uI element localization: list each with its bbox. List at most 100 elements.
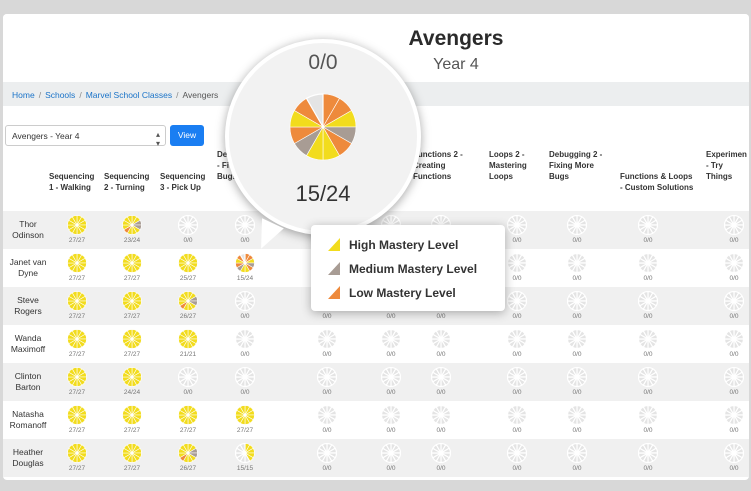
medium-mastery-icon xyxy=(328,262,340,275)
mastery-cell[interactable]: 0/0 xyxy=(557,367,597,396)
mastery-pie-icon xyxy=(122,215,142,235)
column-header: Loops 2 - Mastering Loops xyxy=(489,150,527,181)
mastery-cell[interactable]: 0/0 xyxy=(714,329,749,358)
mastery-pie-icon xyxy=(567,367,587,387)
cell-score: 27/27 xyxy=(179,427,197,434)
mastery-cell[interactable]: 0/0 xyxy=(371,443,411,472)
mastery-cell[interactable]: 0/0 xyxy=(557,329,597,358)
mastery-cell[interactable]: 27/27 xyxy=(112,443,152,472)
mastery-cell[interactable]: 27/27 xyxy=(57,253,97,282)
mastery-cell[interactable]: 0/0 xyxy=(168,367,208,396)
mastery-cell[interactable]: 27/27 xyxy=(112,253,152,282)
mastery-pie-icon xyxy=(431,367,451,387)
mastery-pie-icon xyxy=(724,329,744,349)
mastery-cell[interactable]: 0/0 xyxy=(628,291,668,320)
mastery-cell[interactable]: 24/24 xyxy=(112,367,152,396)
mastery-pie-icon xyxy=(507,329,527,349)
mastery-cell[interactable]: 27/27 xyxy=(57,443,97,472)
mastery-cell[interactable]: 0/0 xyxy=(628,215,668,244)
mastery-cell[interactable]: 0/0 xyxy=(628,367,668,396)
mastery-cell[interactable]: 15/15 xyxy=(225,443,265,472)
mastery-cell[interactable]: 0/0 xyxy=(557,215,597,244)
mastery-cell[interactable]: 0/0 xyxy=(557,291,597,320)
mastery-cell[interactable]: 27/27 xyxy=(57,329,97,358)
mastery-cell[interactable]: 0/0 xyxy=(421,443,461,472)
breadcrumb-home[interactable]: Home xyxy=(12,90,35,100)
mastery-cell[interactable]: 0/0 xyxy=(714,367,749,396)
breadcrumb-classes[interactable]: Marvel School Classes xyxy=(86,90,172,100)
column-header: Sequencing 3 - Pick Up xyxy=(160,172,206,192)
mastery-cell[interactable]: 27/27 xyxy=(112,329,152,358)
mastery-cell[interactable]: 26/27 xyxy=(168,443,208,472)
mastery-cell[interactable]: 25/27 xyxy=(168,253,208,282)
student-name[interactable]: Clinton Barton xyxy=(5,371,51,393)
mastery-cell[interactable]: 0/0 xyxy=(168,215,208,244)
cell-score: 0/0 xyxy=(322,313,332,320)
mastery-cell[interactable]: 0/0 xyxy=(714,405,749,434)
mastery-cell[interactable]: 26/27 xyxy=(168,291,208,320)
mastery-pie-icon xyxy=(507,291,527,311)
mastery-cell[interactable]: 0/0 xyxy=(628,329,668,358)
mastery-cell[interactable]: 27/27 xyxy=(225,405,265,434)
student-name[interactable]: Heather Douglas xyxy=(5,447,51,469)
zoom-pie-chart xyxy=(289,93,357,161)
mastery-cell[interactable]: 0/0 xyxy=(497,443,537,472)
mastery-cell[interactable]: 0/0 xyxy=(557,253,597,282)
column-header: Debugging 2 - Fixing More Bugs xyxy=(549,150,603,181)
cell-score: 0/0 xyxy=(386,389,396,396)
mastery-cell[interactable]: 0/0 xyxy=(497,367,537,396)
mastery-cell[interactable]: 27/27 xyxy=(112,291,152,320)
mastery-cell[interactable]: 0/0 xyxy=(307,405,347,434)
cell-score: 27/27 xyxy=(123,313,141,320)
mastery-cell[interactable]: 0/0 xyxy=(225,367,265,396)
student-name[interactable]: Steve Rogers xyxy=(5,295,51,317)
mastery-cell[interactable]: 0/0 xyxy=(421,367,461,396)
mastery-cell[interactable]: 0/0 xyxy=(371,329,411,358)
cell-score: 0/0 xyxy=(643,275,653,282)
mastery-cell[interactable]: 0/0 xyxy=(628,253,668,282)
mastery-cell[interactable]: 0/0 xyxy=(714,443,749,472)
mastery-pie-icon xyxy=(67,367,87,387)
mastery-cell[interactable]: 0/0 xyxy=(497,329,537,358)
breadcrumb-current: Avengers xyxy=(182,90,219,100)
mastery-cell[interactable]: 27/27 xyxy=(57,405,97,434)
mastery-cell[interactable]: 0/0 xyxy=(307,443,347,472)
mastery-cell[interactable]: 0/0 xyxy=(371,367,411,396)
mastery-pie-icon xyxy=(724,253,744,273)
mastery-cell[interactable]: 0/0 xyxy=(421,329,461,358)
mastery-pie-icon xyxy=(67,291,87,311)
mastery-cell[interactable]: 0/0 xyxy=(225,291,265,320)
mastery-cell[interactable]: 0/0 xyxy=(628,405,668,434)
mastery-cell[interactable]: 27/27 xyxy=(168,405,208,434)
mastery-cell[interactable]: 27/27 xyxy=(57,291,97,320)
mastery-cell[interactable]: 0/0 xyxy=(557,443,597,472)
mastery-cell[interactable]: 0/0 xyxy=(714,215,749,244)
breadcrumb-schools[interactable]: Schools xyxy=(45,90,75,100)
mastery-cell[interactable]: 15/24 xyxy=(225,253,265,282)
student-name[interactable]: Natasha Romanoff xyxy=(5,409,51,431)
mastery-cell[interactable]: 0/0 xyxy=(497,405,537,434)
class-select[interactable]: Avengers - Year 4 ▴ ▾ xyxy=(5,125,166,148)
student-name[interactable]: Janet van Dyne xyxy=(5,257,51,279)
mastery-cell[interactable]: 27/27 xyxy=(57,215,97,244)
mastery-cell[interactable]: 23/24 xyxy=(112,215,152,244)
mastery-cell[interactable]: 27/27 xyxy=(112,405,152,434)
mastery-cell[interactable]: 21/21 xyxy=(168,329,208,358)
view-button[interactable]: View xyxy=(170,125,204,146)
cell-score: 0/0 xyxy=(643,351,653,358)
mastery-pie-icon xyxy=(567,253,587,273)
mastery-cell[interactable]: 0/0 xyxy=(371,405,411,434)
mastery-cell[interactable]: 27/27 xyxy=(57,367,97,396)
mastery-cell[interactable]: 0/0 xyxy=(628,443,668,472)
student-name[interactable]: Wanda Maximoff xyxy=(5,333,51,355)
mastery-cell[interactable]: 0/0 xyxy=(307,367,347,396)
student-name[interactable]: Thor Odinson xyxy=(5,219,51,241)
mastery-cell[interactable]: 0/0 xyxy=(714,253,749,282)
mastery-cell[interactable]: 0/0 xyxy=(225,329,265,358)
select-caret-icon: ▴ ▾ xyxy=(155,130,160,148)
class-select-value: Avengers - Year 4 xyxy=(12,131,80,141)
mastery-cell[interactable]: 0/0 xyxy=(307,329,347,358)
mastery-cell[interactable]: 0/0 xyxy=(557,405,597,434)
mastery-cell[interactable]: 0/0 xyxy=(421,405,461,434)
mastery-cell[interactable]: 0/0 xyxy=(714,291,749,320)
